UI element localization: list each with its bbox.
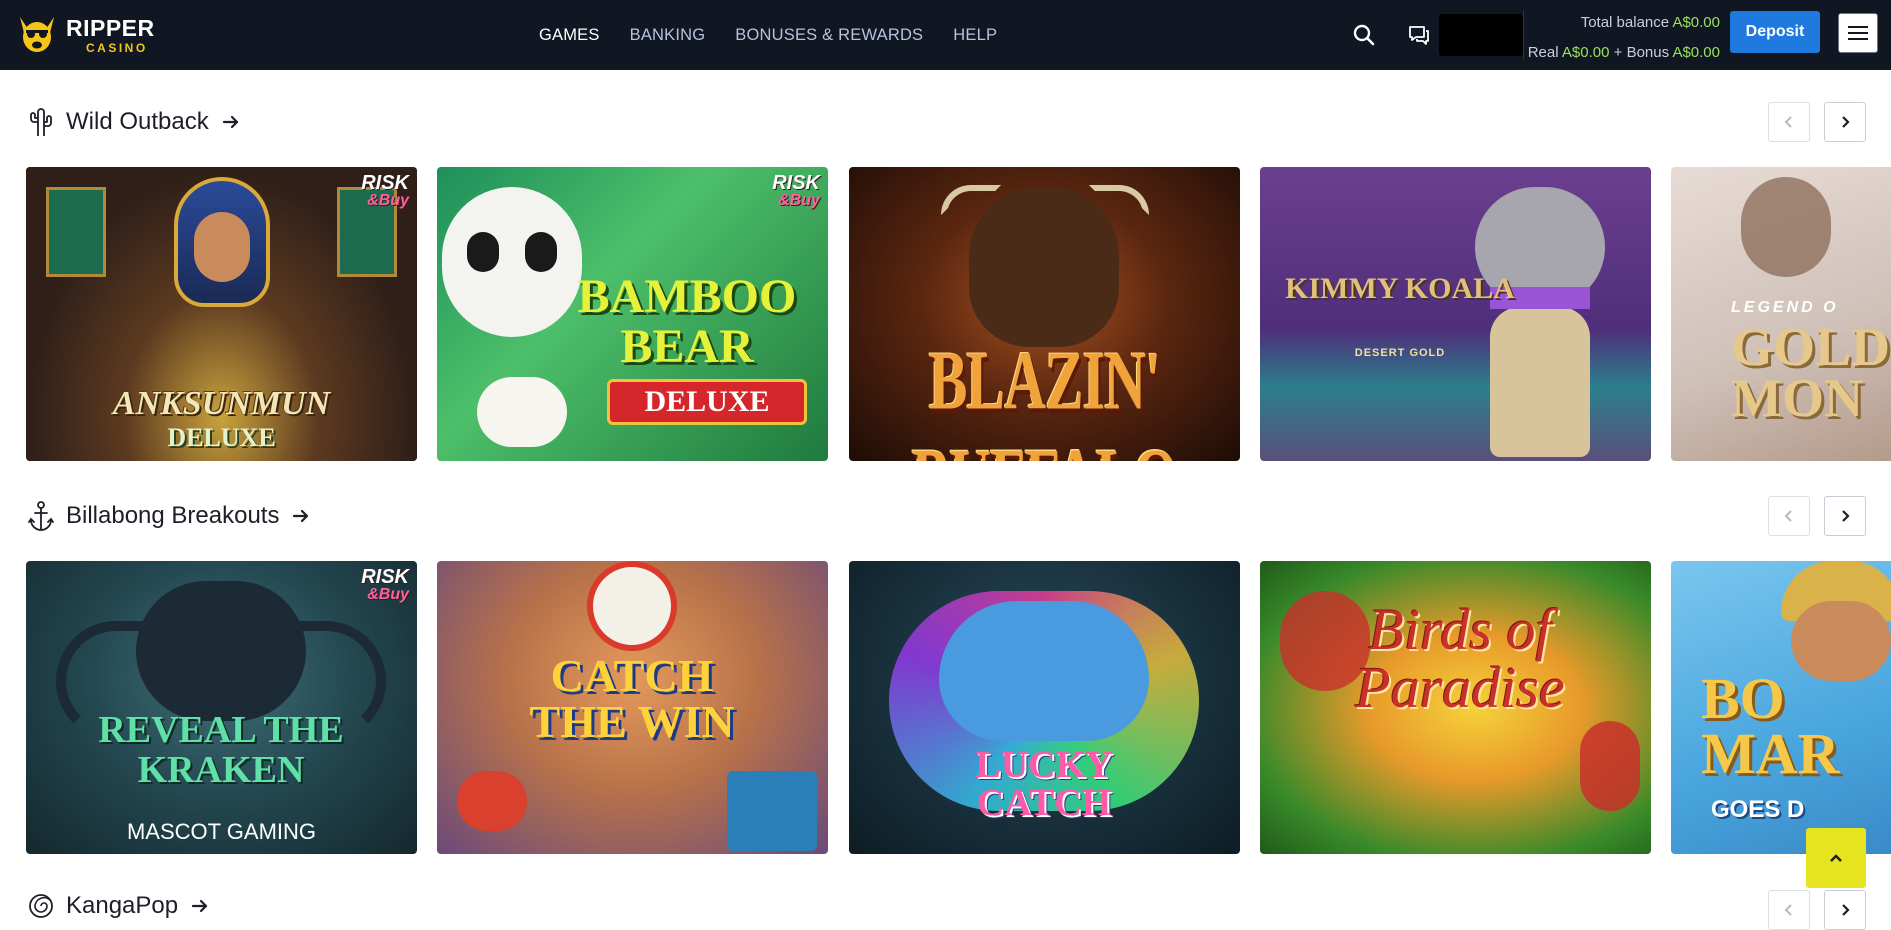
game-tile-catch-the-win[interactable]: CATCH THE WIN [437, 561, 828, 854]
carousel-prev-button[interactable] [1768, 890, 1810, 930]
total-balance-label: Total balance [1580, 14, 1670, 31]
chevron-up-icon [1830, 854, 1842, 862]
account-avatar-box[interactable] [1439, 14, 1523, 56]
lotus-flower [477, 377, 567, 447]
panda-eye-patch [467, 232, 499, 272]
arrow-right-icon [222, 115, 238, 129]
bird-figure [1580, 721, 1640, 811]
game-title: GOLD MON [1731, 317, 1891, 429]
real-bonus-line: Real A$0.00 + Bonus A$0.00 [1520, 38, 1720, 68]
explorer-face [1791, 601, 1891, 681]
game-title: KIMMY KOALA [1285, 272, 1515, 305]
game-subtitle: GOES D [1711, 796, 1805, 823]
game-subtitle: LEGEND O [1731, 299, 1839, 316]
cactus-icon [26, 105, 56, 139]
game-title: BAMBOO BEAR [577, 270, 797, 374]
game-title: BLAZIN' BUFFALO [912, 333, 1179, 461]
balance-panel: Total balance A$0.00 Real A$0.00 + Bonus… [1520, 8, 1720, 68]
game-tile-bo-mar-goes-d[interactable]: BO MAR GOES D [1671, 561, 1891, 854]
carousel-next-button[interactable] [1824, 496, 1866, 536]
search-button[interactable] [1349, 20, 1379, 50]
section-title: KangaPop [66, 892, 179, 919]
brand-title: RIPPER [66, 14, 155, 41]
carousel-prev-button[interactable] [1768, 496, 1810, 536]
game-tile-lucky-catch[interactable]: LUCKY CATCH [849, 561, 1240, 854]
total-balance-value: A$0.00 [1672, 14, 1720, 31]
game-subtitle: DELUXE [644, 385, 770, 418]
arrow-right-icon [192, 899, 208, 913]
real-balance-value: A$0.00 [1561, 44, 1610, 61]
plus-sign: + [1613, 44, 1623, 61]
bonus-balance-label: Bonus [1626, 44, 1670, 61]
chevron-left-icon [1784, 116, 1792, 128]
pillar-decoration [46, 187, 106, 277]
game-title: CATCH THE WIN [529, 650, 735, 747]
game-tile-anksunmun-deluxe[interactable]: RISK &Buy ANKSUNMUN DELUXE [26, 167, 417, 461]
shark-figure [939, 601, 1149, 741]
nav-bonuses-rewards[interactable]: BONUSES & REWARDS [735, 26, 923, 45]
crab-figure [457, 771, 527, 831]
menu-button[interactable] [1838, 13, 1878, 53]
kangaroo-logo-icon [20, 17, 54, 52]
chat-button[interactable] [1404, 20, 1434, 50]
scroll-to-top-button[interactable] [1806, 828, 1866, 888]
game-tile-legend-of-gold-mon[interactable]: LEGEND O GOLD MON [1671, 167, 1891, 461]
risk-buy-badge: RISK &Buy [361, 172, 409, 209]
game-title: REVEAL THE KRAKEN [98, 709, 344, 791]
anchor-icon [26, 499, 56, 533]
real-balance-label: Real [1527, 44, 1559, 61]
hamburger-menu-icon [1848, 26, 1868, 40]
provider-label: MASCOT GAMING [126, 819, 317, 844]
carousel-prev-button[interactable] [1768, 102, 1810, 142]
monkey-figure [1741, 177, 1831, 277]
risk-buy-badge: RISK &Buy [772, 172, 820, 209]
section-title: Billabong Breakouts [66, 502, 280, 529]
chevron-left-icon [1784, 904, 1792, 916]
game-tile-kimmy-koala[interactable]: KIMMY KOALA DESERT GOLD [1260, 167, 1651, 461]
chat-icon [1409, 26, 1429, 45]
chevron-right-icon [1842, 904, 1850, 916]
chevron-right-icon [1842, 510, 1850, 522]
target-icon [587, 561, 677, 651]
chevron-right-icon [1842, 116, 1850, 128]
game-title: Birds of Paradise [1355, 597, 1565, 720]
panda-eye-patch [525, 232, 557, 272]
nav-help[interactable]: HELP [953, 26, 997, 45]
game-title: ANKSUNMUN [112, 385, 331, 422]
koala-body [1490, 307, 1590, 457]
total-balance-line: Total balance A$0.00 [1520, 8, 1720, 38]
section-title: Wild Outback [66, 108, 209, 135]
spiral-icon [26, 889, 56, 923]
chevron-left-icon [1784, 510, 1792, 522]
brand-subtitle: CASINO [86, 40, 148, 55]
deposit-button[interactable]: Deposit [1730, 11, 1820, 53]
queen-face [194, 212, 250, 282]
bonus-balance-value: A$0.00 [1672, 44, 1720, 61]
section-header-wild-outback[interactable]: Wild Outback [26, 104, 241, 140]
nav-banking[interactable]: BANKING [630, 26, 706, 45]
treasure-chest [727, 771, 817, 851]
carousel-next-button[interactable] [1824, 890, 1866, 930]
section-header-kangapop[interactable]: KangaPop [26, 888, 210, 924]
game-title: BO MAR [1701, 666, 1840, 787]
game-subtitle: DELUXE [167, 423, 276, 452]
risk-buy-badge: RISK &Buy [361, 566, 409, 603]
game-tile-birds-of-paradise[interactable]: Birds of Paradise [1260, 561, 1651, 854]
game-tile-bamboo-bear-deluxe[interactable]: RISK &Buy BAMBOO BEAR DELUXE [437, 167, 828, 461]
game-tile-reveal-the-kraken[interactable]: RISK &Buy REVEAL THE KRAKEN MASCOT GAMING [26, 561, 417, 854]
game-title: LUCKY CATCH [975, 744, 1113, 824]
game-tile-blazin-buffalo[interactable]: BLAZIN' BUFFALO [849, 167, 1240, 461]
search-icon [1353, 24, 1375, 46]
carousel-next-button[interactable] [1824, 102, 1866, 142]
ripper-casino-logo[interactable]: RIPPER CASINO [14, 10, 164, 60]
game-subtitle: DESERT GOLD [1354, 347, 1446, 359]
top-navigation-bar: RIPPER CASINO GAMES BANKING BONUSES & RE… [0, 0, 1891, 70]
main-nav: GAMES BANKING BONUSES & REWARDS HELP [539, 0, 997, 70]
nav-games[interactable]: GAMES [539, 26, 600, 45]
section-header-billabong-breakouts[interactable]: Billabong Breakouts [26, 498, 311, 534]
arrow-right-icon [293, 509, 309, 523]
